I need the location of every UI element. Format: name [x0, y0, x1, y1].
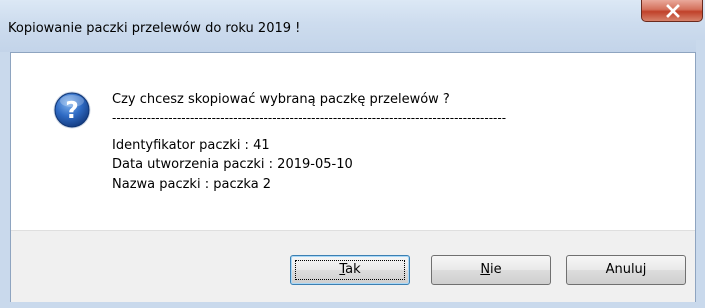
- no-button-label: Nie: [480, 262, 502, 277]
- yes-button-label: Tak: [339, 262, 361, 277]
- package-id-line: Identyfikator paczki : 41: [112, 138, 270, 153]
- window-title: Kopiowanie paczki przelewów do roku 2019…: [8, 21, 301, 36]
- question-icon: ?: [53, 91, 91, 129]
- package-name-line: Nazwa paczki : paczka 2: [112, 177, 272, 192]
- svg-text:?: ?: [65, 98, 78, 124]
- cancel-button[interactable]: Anuluj: [566, 255, 686, 285]
- window-frame-right: [696, 40, 705, 308]
- no-button[interactable]: Nie: [431, 255, 551, 285]
- yes-button[interactable]: Tak: [290, 255, 410, 285]
- cancel-button-label: Anuluj: [605, 262, 647, 277]
- dialog-window: Kopiowanie paczki przelewów do roku 2019…: [0, 0, 705, 308]
- close-button[interactable]: [641, 0, 703, 22]
- confirmation-question: Czy chcesz skopiować wybraną paczkę prze…: [112, 92, 450, 107]
- title-bar[interactable]: Kopiowanie paczki przelewów do roku 2019…: [0, 0, 705, 52]
- separator-line: ----------------------------------------…: [112, 111, 507, 125]
- close-icon: [666, 4, 680, 18]
- package-date-line: Data utworzenia paczki : 2019-05-10: [112, 157, 353, 172]
